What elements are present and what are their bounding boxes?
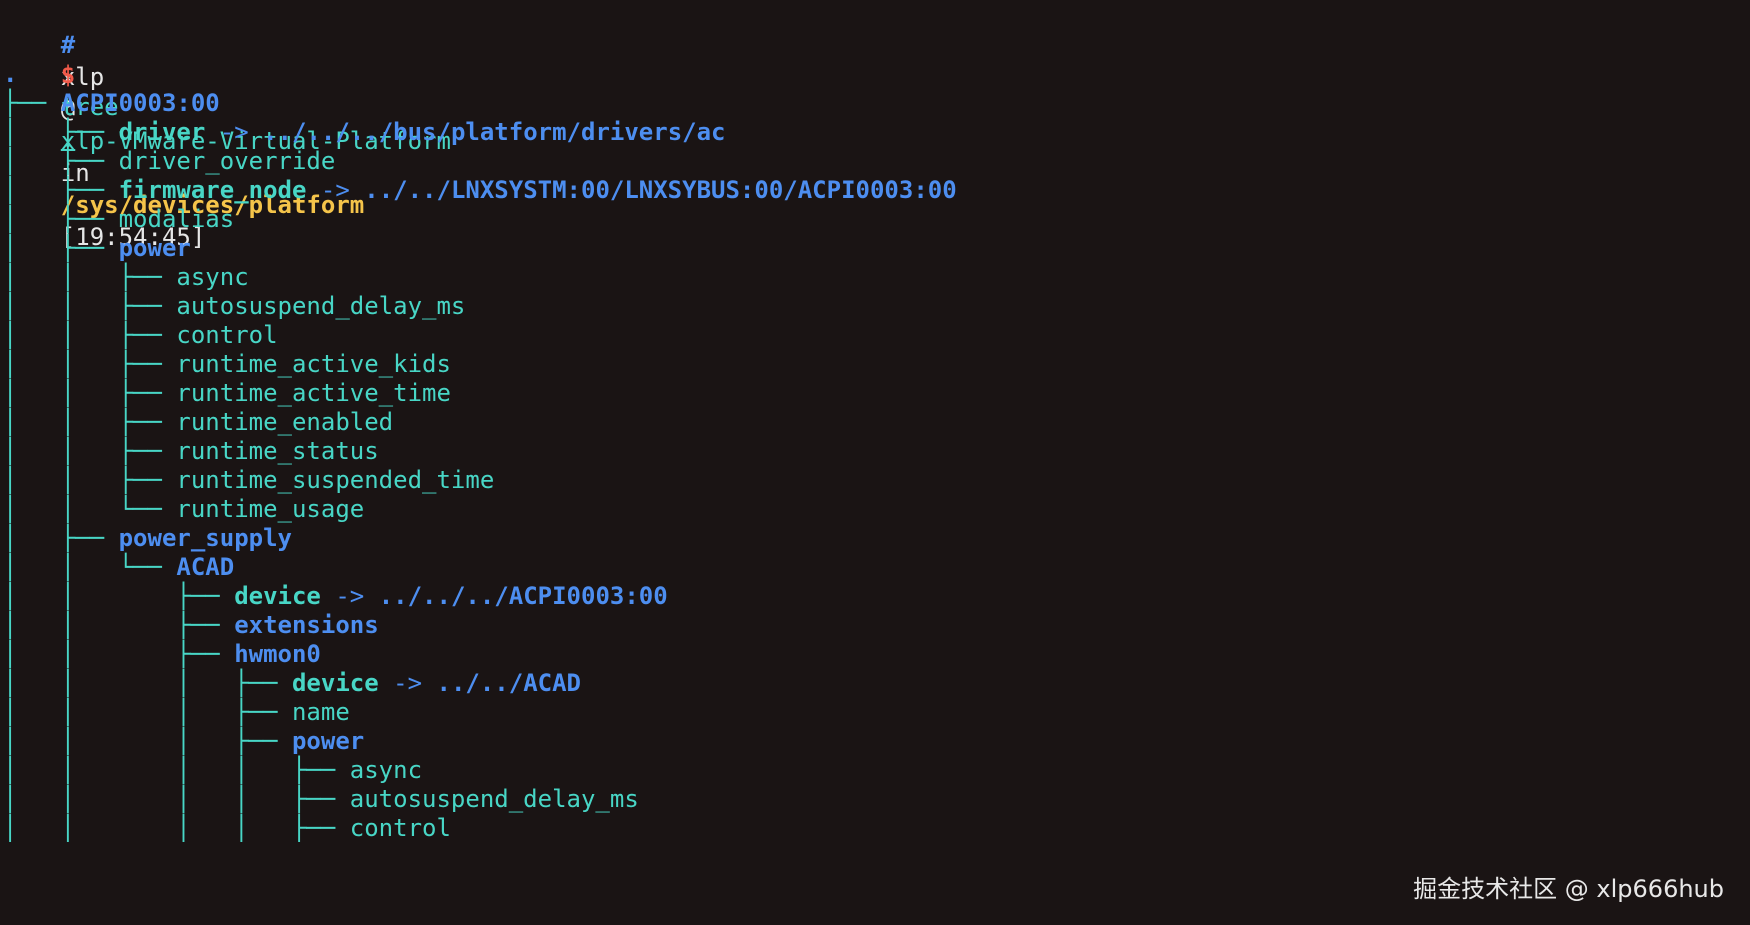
tree-branch: │ │ │ │ ├── xyxy=(3,814,350,842)
tree-line: │ │ ├── runtime_enabled xyxy=(3,406,393,438)
symlink-target: ../../../ACPI0003:00 xyxy=(378,582,668,610)
tree-line: │ │ │ ├── device -> ../../ACAD xyxy=(3,667,581,699)
tree-branch: │ │ │ ├── xyxy=(3,669,292,697)
tree-branch: │ │ ├── xyxy=(3,408,177,436)
tree-symlink: device xyxy=(234,582,321,610)
symlink-target: ../../../bus/platform/drivers/ac xyxy=(263,118,726,146)
tree-branch: │ │ ├── xyxy=(3,640,235,668)
tree-line: │ ├── modalias xyxy=(3,203,234,235)
tree-symlink: firmware_node xyxy=(118,176,307,204)
tree-file: async xyxy=(176,263,249,291)
tree-line: │ ├── firmware_node -> ../../LNXSYSTM:00… xyxy=(3,174,957,206)
tree-line: │ │ └── runtime_usage xyxy=(3,493,364,525)
tree-file: control xyxy=(349,814,451,842)
tree-branch: │ │ ├── xyxy=(3,466,177,494)
tree-file: runtime_active_time xyxy=(176,379,451,407)
tree-file: runtime_active_kids xyxy=(176,350,451,378)
tree-line: │ │ ├── async xyxy=(3,261,249,293)
tree-line: │ │ ├── runtime_active_time xyxy=(3,377,451,409)
prompt-line: # xlp @ xlp-VMware-Virtual-Platform in /… xyxy=(3,0,451,251)
tree-line: │ ├── driver -> ../../../bus/platform/dr… xyxy=(3,116,725,148)
tree-file: runtime_suspended_time xyxy=(176,466,495,494)
tree-branch: │ ├── xyxy=(3,205,119,233)
terminal-window[interactable]: # xlp @ xlp-VMware-Virtual-Platform in /… xyxy=(0,0,1750,925)
tree-branch: ├── xyxy=(3,89,61,117)
tree-directory: . xyxy=(3,60,18,88)
tree-symlink: device xyxy=(291,669,379,697)
tree-line: │ │ ├── runtime_status xyxy=(3,435,379,467)
watermark: 掘金技术社区 @ xlp666hub xyxy=(1413,875,1724,903)
prompt-dollar: $ xyxy=(60,61,76,89)
command-line: $ tree . xyxy=(3,27,119,153)
symlink-arrow: -> xyxy=(393,669,423,697)
tree-line: . xyxy=(3,58,17,90)
tree-line: │ │ │ │ ├── control xyxy=(3,812,451,844)
tree-branch: │ ├── xyxy=(3,147,119,175)
symlink-arrow: -> xyxy=(320,176,350,204)
symlink-arrow: -> xyxy=(335,582,365,610)
tree-line: │ ├── driver_override xyxy=(3,145,335,177)
tree-branch: │ │ ├── xyxy=(3,379,177,407)
tree-branch: │ │ ├── xyxy=(3,437,177,465)
tree-branch: │ │ ├── xyxy=(3,350,177,378)
tree-directory: ACPI0003:00 xyxy=(60,89,220,117)
tree-branch: │ ├── xyxy=(3,524,119,552)
tree-file: async xyxy=(349,756,423,784)
tree-line: │ │ ├── autosuspend_delay_ms xyxy=(3,290,465,322)
tree-branch: │ ├── xyxy=(3,118,119,146)
tree-directory: power_supply xyxy=(118,524,292,552)
tree-directory: ACAD xyxy=(176,553,235,581)
symlink-target: ../../LNXSYSTM:00/LNXSYBUS:00/ACPI0003:0… xyxy=(364,176,957,204)
tree-branch: │ │ └── xyxy=(3,553,177,581)
tree-file: name xyxy=(291,698,350,726)
tree-file: control xyxy=(176,321,278,349)
tree-file: runtime_enabled xyxy=(176,408,394,436)
tree-branch: │ │ ├── xyxy=(3,321,177,349)
tree-line: │ │ ├── runtime_active_kids xyxy=(3,348,451,380)
tree-branch: │ │ │ ├── xyxy=(3,727,292,755)
tree-line: │ │ ├── hwmon0 xyxy=(3,638,321,670)
tree-file: autosuspend_delay_ms xyxy=(349,785,639,813)
tree-file: autosuspend_delay_ms xyxy=(176,292,466,320)
tree-directory: extensions xyxy=(234,611,379,639)
tree-branch: │ │ ├── xyxy=(3,263,177,291)
tree-file: runtime_usage xyxy=(176,495,365,523)
tree-branch: │ │ │ │ ├── xyxy=(3,756,350,784)
tree-line: │ ├── power xyxy=(3,232,191,264)
tree-file: runtime_status xyxy=(176,437,379,465)
tree-branch: │ ├── xyxy=(3,176,119,204)
tree-branch: │ │ ├── xyxy=(3,611,235,639)
tree-directory: power xyxy=(118,234,191,262)
tree-branch: │ │ │ │ ├── xyxy=(3,785,350,813)
tree-branch: │ │ │ ├── xyxy=(3,698,292,726)
tree-branch: │ ├── xyxy=(3,234,119,262)
symlink-arrow: -> xyxy=(219,118,249,146)
tree-directory: hwmon0 xyxy=(234,640,321,668)
tree-symlink: driver xyxy=(118,118,206,146)
tree-file: driver_override xyxy=(118,147,336,175)
tree-branch: │ │ ├── xyxy=(3,582,235,610)
symlink-target: ../../ACAD xyxy=(436,669,582,697)
tree-file: modalias xyxy=(118,205,235,233)
tree-line: │ │ │ │ ├── async xyxy=(3,754,422,786)
tree-branch: │ │ ├── xyxy=(3,292,177,320)
tree-line: │ │ │ ├── name xyxy=(3,696,350,728)
tree-line: │ ├── power_supply xyxy=(3,522,292,554)
tree-line: │ │ ├── control xyxy=(3,319,278,351)
tree-line: │ │ ├── device -> ../../../ACPI0003:00 xyxy=(3,580,668,612)
tree-line: ├── ACPI0003:00 xyxy=(3,87,220,119)
tree-directory: power xyxy=(291,727,365,755)
tree-line: │ │ └── ACAD xyxy=(3,551,234,583)
tree-line: │ │ ├── extensions xyxy=(3,609,379,641)
tree-line: │ │ │ ├── power xyxy=(3,725,364,757)
tree-branch: │ │ └── xyxy=(3,495,177,523)
tree-line: │ │ │ │ ├── autosuspend_delay_ms xyxy=(3,783,639,815)
tree-line: │ │ ├── runtime_suspended_time xyxy=(3,464,494,496)
